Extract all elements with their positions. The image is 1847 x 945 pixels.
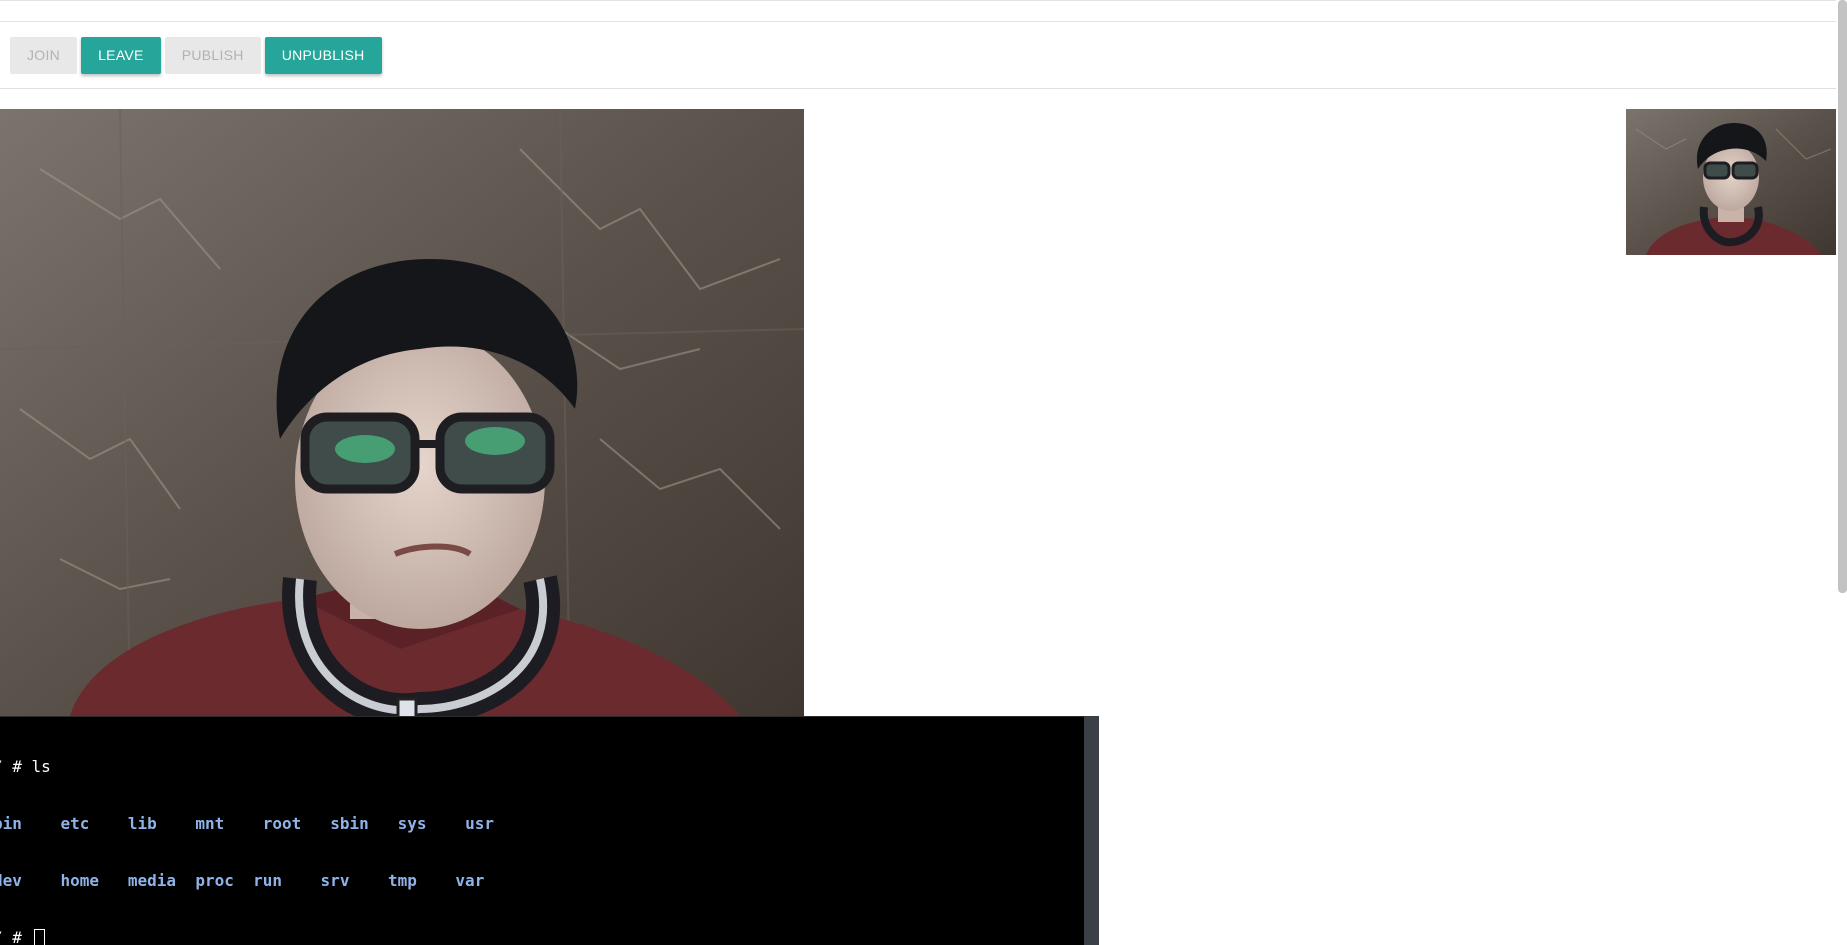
webcam-preview-image [1626,109,1836,255]
dir-entry: etc [60,814,90,833]
terminal-prompt: / # [0,757,22,776]
terminal-cursor [33,929,45,945]
terminal-output: / # ls bin etc lib mnt root sbin sys usr… [0,719,494,945]
dir-entry: srv [320,871,350,890]
dir-entry: tmp [387,871,417,890]
terminal-line: / # [0,928,494,945]
header-divider [0,21,1836,22]
leave-button[interactable]: LEAVE [81,37,161,74]
dir-entry: var [455,871,485,890]
dir-entry: usr [465,814,494,833]
dir-entry: home [60,871,99,890]
unpublish-button[interactable]: UNPUBLISH [264,37,382,74]
dir-entry: lib [127,814,157,833]
terminal-line: bin etc lib mnt root sbin sys usr [0,814,494,833]
dir-entry: mnt [195,814,225,833]
webcam-person-image [0,109,804,716]
terminal-line: / # ls [0,757,494,776]
local-video-preview[interactable] [1626,109,1836,255]
terminal-line: dev home media proc run srv tmp var [0,871,494,890]
dir-entry: bin [0,814,22,833]
remote-video[interactable] [0,109,804,716]
dir-entry: run [253,871,283,890]
publish-button[interactable]: PUBLISH [164,37,261,74]
top-divider [0,0,1836,1]
dir-entry: root [262,814,302,833]
terminal-scrollbar[interactable] [1084,716,1099,945]
page-scrollbar-thumb[interactable] [1838,0,1847,593]
terminal-command: ls [31,757,51,776]
join-button[interactable]: JOIN [10,37,78,74]
call-toolbar: JOIN LEAVE PUBLISH UNPUBLISH [10,37,382,74]
terminal-panel[interactable]: / # ls bin etc lib mnt root sbin sys usr… [0,716,1084,945]
dir-entry: dev [0,871,22,890]
dir-entry: media [127,871,177,890]
dir-entry: proc [195,871,234,890]
terminal-prompt: / # [0,928,22,945]
dir-entry: sbin [330,814,369,833]
toolbar-divider [0,88,1836,89]
dir-entry: sys [397,814,427,833]
